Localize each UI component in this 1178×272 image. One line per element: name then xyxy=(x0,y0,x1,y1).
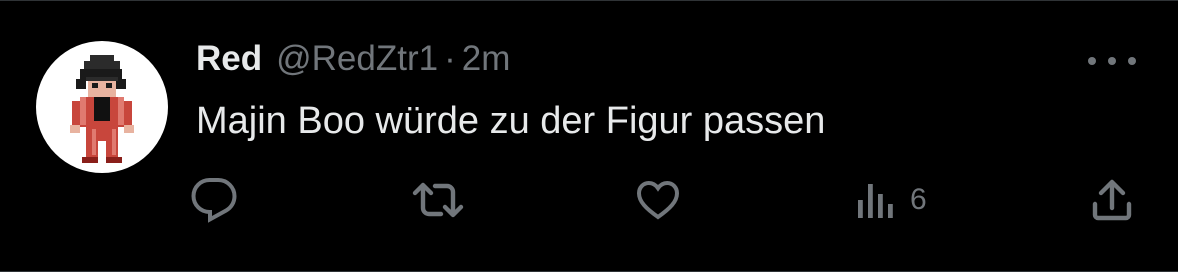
more-dot xyxy=(1108,57,1116,65)
more-dots-icon[interactable] xyxy=(1088,47,1136,75)
user-handle[interactable]: @RedZtr1 xyxy=(276,39,438,79)
share-button[interactable] xyxy=(1088,175,1136,225)
heart-icon xyxy=(636,180,680,220)
reply-icon xyxy=(191,178,237,223)
retweet-button[interactable] xyxy=(412,175,464,225)
views-icon xyxy=(858,184,893,218)
tweet-header: Red @RedZtr1 · 2m xyxy=(196,39,510,85)
display-name[interactable]: Red xyxy=(196,39,262,79)
separator-dot: · xyxy=(444,39,456,78)
retweet-icon xyxy=(412,182,464,218)
views-count: 6 xyxy=(910,183,927,216)
views-button[interactable]: 6 xyxy=(854,175,927,225)
timestamp[interactable]: 2m xyxy=(462,39,511,79)
share-icon xyxy=(1092,179,1132,221)
like-button[interactable] xyxy=(634,175,682,225)
pixel-character-avatar-image xyxy=(70,55,134,163)
avatar[interactable] xyxy=(36,41,168,173)
tweet-card[interactable]: Red @RedZtr1 · 2m Majin Boo würde zu der… xyxy=(0,0,1178,272)
more-dot xyxy=(1128,57,1136,65)
tweet-text: Majin Boo würde zu der Figur passen xyxy=(196,100,826,142)
reply-button[interactable] xyxy=(190,175,238,225)
more-dot xyxy=(1088,57,1096,65)
